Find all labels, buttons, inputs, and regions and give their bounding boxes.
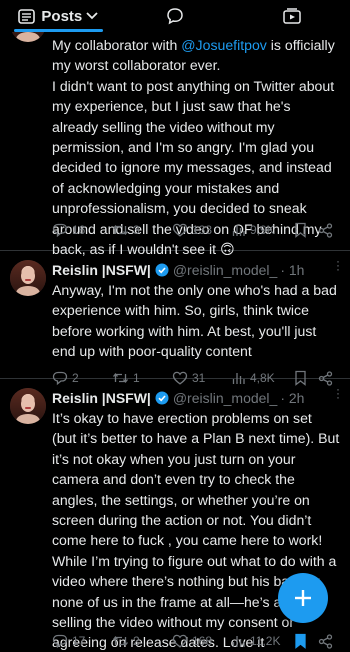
verified-icon (155, 263, 169, 277)
reply-icon (52, 634, 68, 649)
bookmark-button[interactable] (294, 222, 318, 238)
timestamp: · 2h (280, 390, 305, 406)
repost-count: 3 (133, 223, 140, 237)
tweet-body: Anyway, I'm not the only one who's had a… (52, 282, 337, 360)
verified-icon (155, 391, 169, 405)
tweet-actions: 17 2 168 11,2K (52, 627, 340, 652)
views-icon (232, 225, 245, 236)
compose-button[interactable] (278, 573, 328, 623)
display-name[interactable]: Reislin |NSFW| (52, 390, 151, 406)
more-icon[interactable]: · · · (336, 383, 340, 403)
repost-icon (112, 635, 129, 647)
chevron-down-icon[interactable] (86, 12, 98, 20)
reply-count: 16 (72, 223, 86, 237)
repost-icon (112, 224, 129, 236)
like-icon (172, 223, 188, 237)
media-icon (282, 8, 301, 24)
share-icon (318, 222, 333, 238)
tab-media[interactable] (233, 0, 350, 32)
tab-posts[interactable]: Posts (0, 0, 117, 32)
like-icon (172, 634, 188, 648)
avatar[interactable] (10, 260, 46, 296)
user-handle[interactable]: @reislin_model_ (173, 262, 277, 278)
tab-posts-label: Posts (41, 7, 83, 25)
like-button[interactable]: 168 (172, 633, 232, 649)
view-count: 11,2K (250, 634, 281, 648)
tab-chat[interactable] (117, 0, 234, 32)
reply-button[interactable]: 16 (52, 222, 112, 238)
views-icon (232, 636, 245, 647)
bookmark-icon (295, 222, 306, 238)
display-name[interactable]: Reislin |NSFW| (52, 262, 151, 278)
active-tab-indicator (14, 29, 103, 32)
share-button[interactable] (318, 222, 337, 238)
repost-button[interactable]: 2 (112, 633, 172, 649)
user-handle[interactable]: @reislin_model_ (173, 390, 277, 406)
share-icon (318, 633, 333, 649)
tweet[interactable]: Reislin |NSFW| @reislin_model_ · 1h · · · … (0, 251, 350, 386)
reply-button[interactable]: 17 (52, 633, 112, 649)
like-count: 168 (192, 634, 213, 648)
tweet-header: Reislin |NSFW| @reislin_model_ · 1h · · · (52, 255, 340, 280)
tweet-text-part: My collaborator with (52, 37, 182, 53)
posts-list-icon (18, 8, 36, 24)
share-button[interactable] (318, 633, 337, 649)
compose-plus-icon (295, 590, 311, 606)
reply-icon (52, 223, 68, 238)
reply-count: 17 (72, 634, 86, 648)
bookmark-icon (295, 633, 306, 649)
like-count: 133 (192, 223, 213, 237)
tweet[interactable]: My collaborator with @Josuefitpov is off… (0, 6, 350, 257)
bookmark-button[interactable] (294, 633, 318, 649)
view-count: 9,9K (250, 223, 275, 237)
repost-button[interactable]: 3 (112, 222, 172, 238)
tweet-actions: 16 3 133 9,9K (52, 216, 340, 244)
mention-link[interactable]: @Josuefitpov (181, 37, 267, 53)
repost-count: 2 (133, 634, 140, 648)
views-button[interactable]: 9,9K (232, 223, 294, 237)
avatar[interactable] (10, 388, 46, 424)
more-icon[interactable]: · · · (336, 255, 340, 275)
top-tab-bar: Posts (0, 0, 350, 32)
tweet-header: Reislin |NSFW| @reislin_model_ · 2h · · · (52, 383, 340, 408)
chat-bubble-icon (167, 8, 183, 25)
like-button[interactable]: 133 (172, 222, 232, 238)
feed: My collaborator with @Josuefitpov is off… (0, 6, 350, 652)
views-button[interactable]: 11,2K (232, 634, 294, 648)
timestamp: · 1h (280, 262, 305, 278)
